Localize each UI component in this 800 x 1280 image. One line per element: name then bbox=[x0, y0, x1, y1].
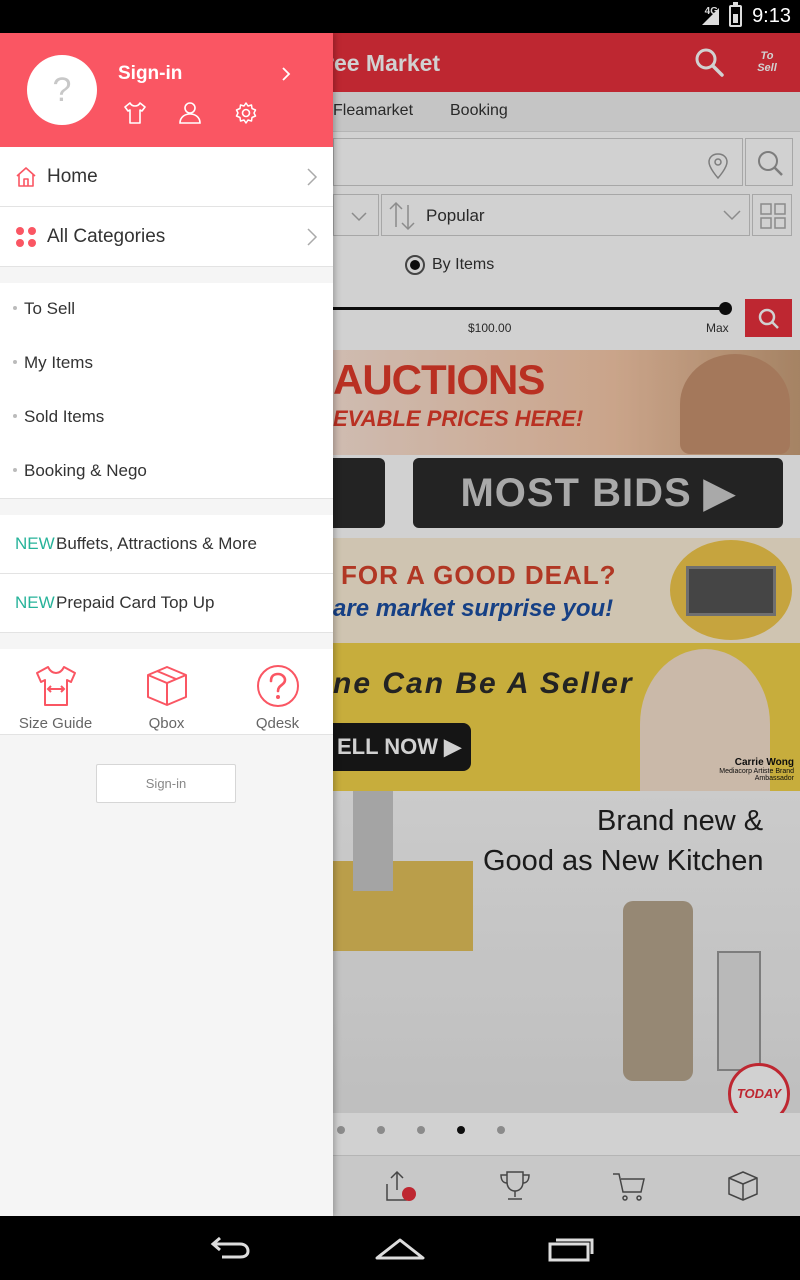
status-bar: 4G 9:13 bbox=[0, 0, 800, 33]
menu-item-label: Home bbox=[47, 166, 98, 187]
tshirt-icon[interactable] bbox=[122, 101, 148, 125]
back-icon bbox=[210, 1236, 250, 1259]
bullet-icon bbox=[13, 414, 17, 418]
system-nav-bar bbox=[0, 1216, 800, 1280]
clock: 9:13 bbox=[752, 5, 791, 27]
menu-item-my-items[interactable]: My Items bbox=[0, 337, 333, 391]
menu-item-to-sell[interactable]: To Sell bbox=[0, 283, 333, 337]
chevron-right-icon bbox=[307, 228, 318, 246]
recents-icon bbox=[548, 1238, 594, 1262]
settings-icon[interactable] bbox=[233, 101, 259, 125]
categories-icon bbox=[16, 227, 36, 247]
home-button[interactable] bbox=[370, 1230, 430, 1266]
user-icon[interactable] bbox=[177, 101, 203, 125]
avatar[interactable]: ? bbox=[27, 55, 97, 125]
bullet-icon bbox=[13, 468, 17, 472]
menu-item-prepaid-topup[interactable]: NEW Prepaid Card Top Up bbox=[0, 574, 333, 633]
new-tag: NEW bbox=[15, 593, 55, 612]
shortcut-label: Size Guide bbox=[18, 715, 93, 732]
menu-item-home[interactable]: Home bbox=[0, 147, 333, 207]
drawer-header: ? Sign-in bbox=[0, 33, 333, 147]
menu-item-label: Sold Items bbox=[24, 407, 105, 426]
home-icon bbox=[16, 167, 36, 187]
recents-button[interactable] bbox=[540, 1230, 600, 1266]
new-tag: NEW bbox=[15, 534, 55, 553]
box-icon bbox=[147, 666, 187, 706]
menu-item-all-categories[interactable]: All Categories bbox=[0, 207, 333, 267]
home-nav-icon bbox=[375, 1238, 425, 1260]
menu-item-label: To Sell bbox=[24, 299, 76, 318]
signin-button[interactable]: Sign-in bbox=[96, 764, 236, 803]
shortcut-size-guide[interactable]: Size Guide bbox=[0, 649, 111, 735]
menu-item-label: Prepaid Card Top Up bbox=[56, 593, 215, 612]
network-type: 4G bbox=[704, 6, 718, 17]
shortcut-qbox[interactable]: Qbox bbox=[111, 649, 222, 735]
menu-item-label: My Items bbox=[24, 353, 93, 372]
shortcut-qdesk[interactable]: Qdesk bbox=[222, 649, 333, 735]
menu-item-label: All Categories bbox=[47, 226, 166, 247]
shortcut-grid: Size Guide Qbox Qdesk bbox=[0, 649, 333, 735]
back-button[interactable] bbox=[200, 1230, 260, 1266]
bullet-icon bbox=[13, 360, 17, 364]
menu-item-buffets[interactable]: NEW Buffets, Attractions & More bbox=[0, 515, 333, 574]
chevron-right-icon[interactable] bbox=[280, 66, 292, 82]
menu-item-label: Buffets, Attractions & More bbox=[56, 534, 257, 553]
shortcut-label: Qdesk bbox=[255, 715, 300, 732]
seller-menu-list: To Sell My Items Sold Items Booking & Ne… bbox=[0, 283, 333, 499]
menu-item-booking-nego[interactable]: Booking & Nego bbox=[0, 445, 333, 499]
tshirt-icon bbox=[36, 666, 76, 706]
chevron-right-icon bbox=[307, 168, 318, 186]
shortcut-label: Qbox bbox=[148, 715, 185, 732]
bullet-icon bbox=[13, 306, 17, 310]
menu-item-sold-items[interactable]: Sold Items bbox=[0, 391, 333, 445]
help-icon bbox=[257, 665, 299, 707]
menu-item-label: Booking & Nego bbox=[24, 461, 147, 480]
battery-icon bbox=[729, 2, 742, 27]
promo-menu-list: NEW Buffets, Attractions & More NEW Prep… bbox=[0, 515, 333, 633]
navigation-drawer: ? Sign-in Home All Categories To Sell My… bbox=[0, 33, 333, 1216]
header-signin-link[interactable]: Sign-in bbox=[118, 63, 182, 85]
